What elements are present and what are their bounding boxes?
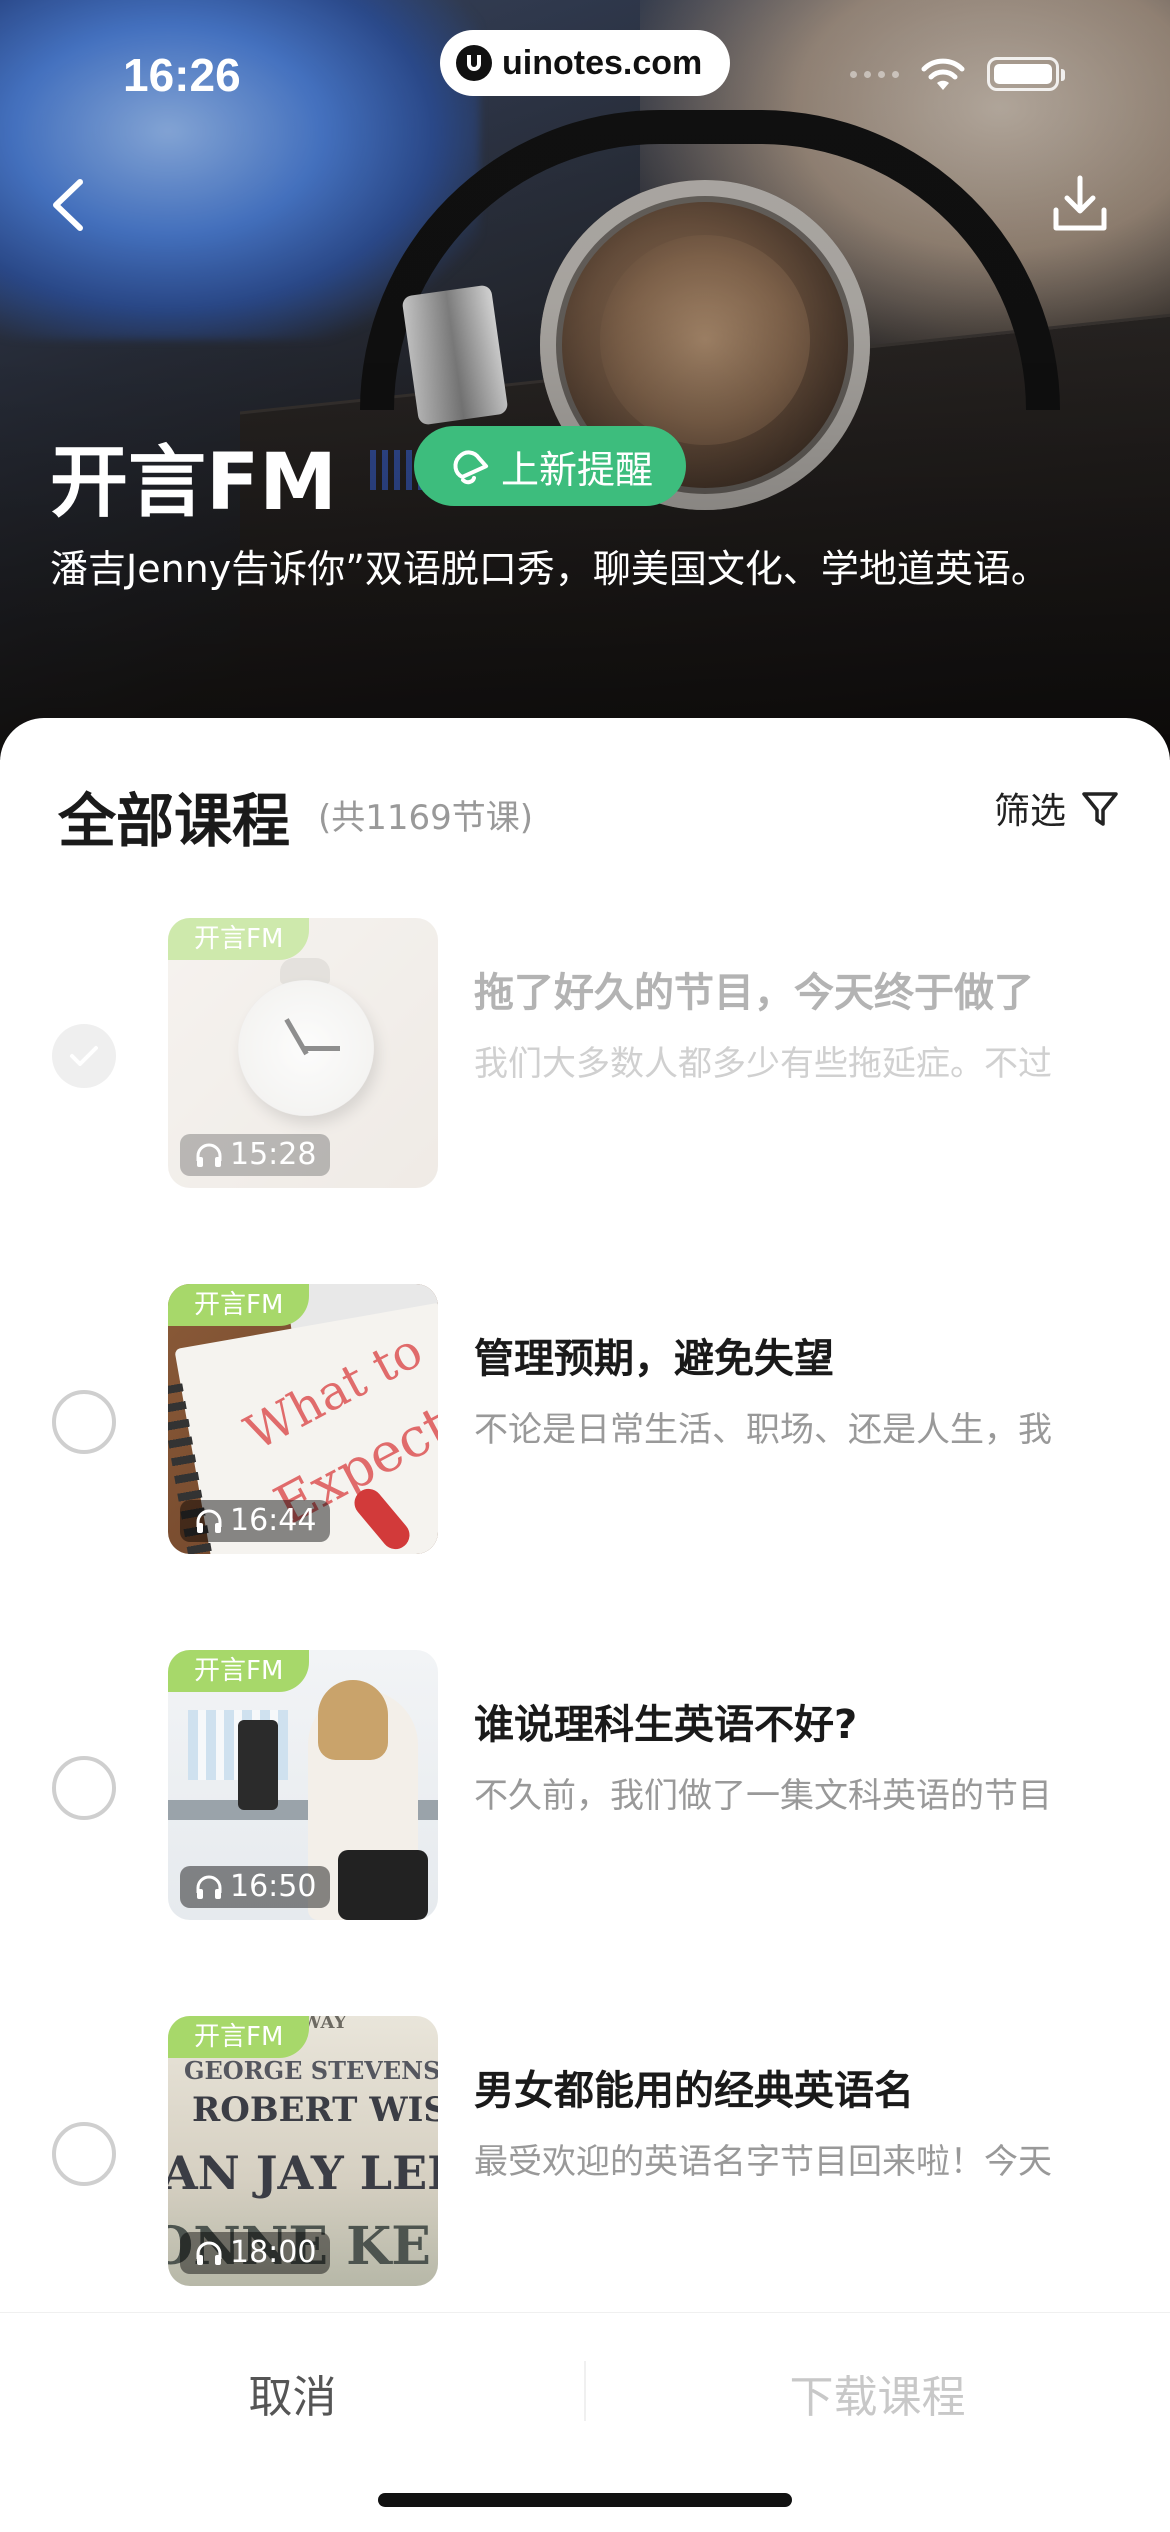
back-icon[interactable] — [40, 170, 100, 240]
filter-icon — [1082, 792, 1118, 826]
lesson-thumbnail: 开言FM 16:50 — [168, 1650, 438, 1920]
check-icon — [70, 1046, 98, 1066]
filter-label: 筛选 — [994, 791, 1067, 832]
watermark-pill: uinotes.com — [440, 30, 730, 96]
duration-text: 18:00 — [230, 2235, 317, 2270]
source-tag: 开言FM — [168, 1650, 310, 1692]
filter-button[interactable]: 筛选 — [994, 782, 1120, 834]
status-icons — [850, 56, 1065, 92]
source-tag: 开言FM — [168, 1284, 310, 1326]
section-title: 全部课程 — [58, 787, 291, 855]
source-tag: 开言FM — [168, 2016, 310, 2058]
download-courses-button[interactable]: 下载课程 — [585, 2313, 1170, 2473]
hero-overlay — [0, 0, 1170, 760]
home-indicator[interactable] — [378, 2493, 792, 2507]
list-item[interactable]: 开言FM 16:50 谁说理科生英语不好? 不久前，我们做了一集文科英语的节目 — [0, 1650, 1170, 1920]
page-description: 潘吉Jenny告诉你”双语脱口秀，聊美国文化、学地道英语。 — [50, 547, 1049, 591]
new-update-reminder-button[interactable]: 上新提醒 — [414, 426, 686, 506]
page-title: 开言FM — [50, 438, 337, 528]
lesson-title: 拖了好久的节目，今天终于做了 — [474, 970, 1034, 1016]
lesson-description: 我们大多数人都多少有些拖延症。不过 — [474, 1044, 1052, 1084]
lesson-thumbnail: HATHAWAY GEORGE STEVENS ROBERT WISE AN J… — [168, 2016, 438, 2286]
lesson-thumbnail: 开言FM 15:28 — [168, 918, 438, 1188]
select-radio[interactable] — [52, 1390, 116, 1454]
lesson-description: 不论是日常生活、职场、还是人生，我 — [474, 1410, 1052, 1450]
reminder-label: 上新提醒 — [500, 447, 653, 492]
downloaded-check — [52, 1024, 116, 1088]
wifi-icon — [921, 58, 965, 90]
headphones-icon — [196, 2241, 222, 2265]
lesson-description: 最受欢迎的英语名字节目回来啦！今天 — [474, 2142, 1052, 2182]
headphones-icon — [196, 1509, 222, 1533]
lesson-title: 谁说理科生英语不好? — [474, 1702, 858, 1748]
select-radio[interactable] — [52, 2122, 116, 2186]
lesson-title: 男女都能用的经典英语名 — [474, 2068, 914, 2114]
cancel-button[interactable]: 取消 — [0, 2313, 585, 2473]
battery-icon — [987, 57, 1065, 91]
thumb-line: AN JAY LERN — [168, 2146, 438, 2200]
source-tag: 开言FM — [168, 918, 310, 960]
duration-badge: 15:28 — [180, 1134, 331, 1176]
lesson-thumbnail: What to Expect 开言FM 16:44 — [168, 1284, 438, 1554]
thumb-line: GEORGE STEVENS — [184, 2056, 438, 2085]
headphones-icon — [196, 1875, 222, 1899]
status-time: 16:26 — [123, 49, 241, 101]
course-count: (共1169节课) — [318, 798, 534, 838]
watermark-text: uinotes.com — [502, 43, 703, 82]
duration-badge: 16:44 — [180, 1500, 331, 1542]
lesson-title: 管理预期，避免失望 — [474, 1336, 834, 1382]
list-item[interactable]: 开言FM 15:28 拖了好久的节目，今天终于做了 我们大多数人都多少有些拖延症… — [0, 918, 1170, 1188]
hero-banner — [0, 0, 1170, 760]
download-icon[interactable] — [1050, 172, 1110, 238]
bottom-action-bar: 取消 下载课程 — [0, 2312, 1170, 2532]
lesson-description: 不久前，我们做了一集文科英语的节目 — [474, 1776, 1052, 1816]
duration-text: 16:50 — [230, 1869, 317, 1904]
bell-icon — [453, 450, 489, 485]
signal-dots-icon — [850, 70, 899, 78]
list-item[interactable]: What to Expect 开言FM 16:44 管理预期，避免失望 不论是日… — [0, 1284, 1170, 1554]
duration-text: 15:28 — [230, 1137, 317, 1172]
list-item[interactable]: HATHAWAY GEORGE STEVENS ROBERT WISE AN J… — [0, 2016, 1170, 2286]
uinotes-logo-icon — [456, 45, 492, 81]
select-radio[interactable] — [52, 1756, 116, 1820]
duration-badge: 18:00 — [180, 2232, 331, 2274]
headphones-icon — [196, 1143, 222, 1167]
duration-badge: 16:50 — [180, 1866, 331, 1908]
thumb-line: ROBERT WISE — [192, 2090, 438, 2130]
duration-text: 16:44 — [230, 1503, 317, 1538]
course-list-sheet: 全部课程 (共1169节课) 筛选 开言FM 15:28 拖了好久的节目，今天终… — [0, 718, 1170, 2532]
